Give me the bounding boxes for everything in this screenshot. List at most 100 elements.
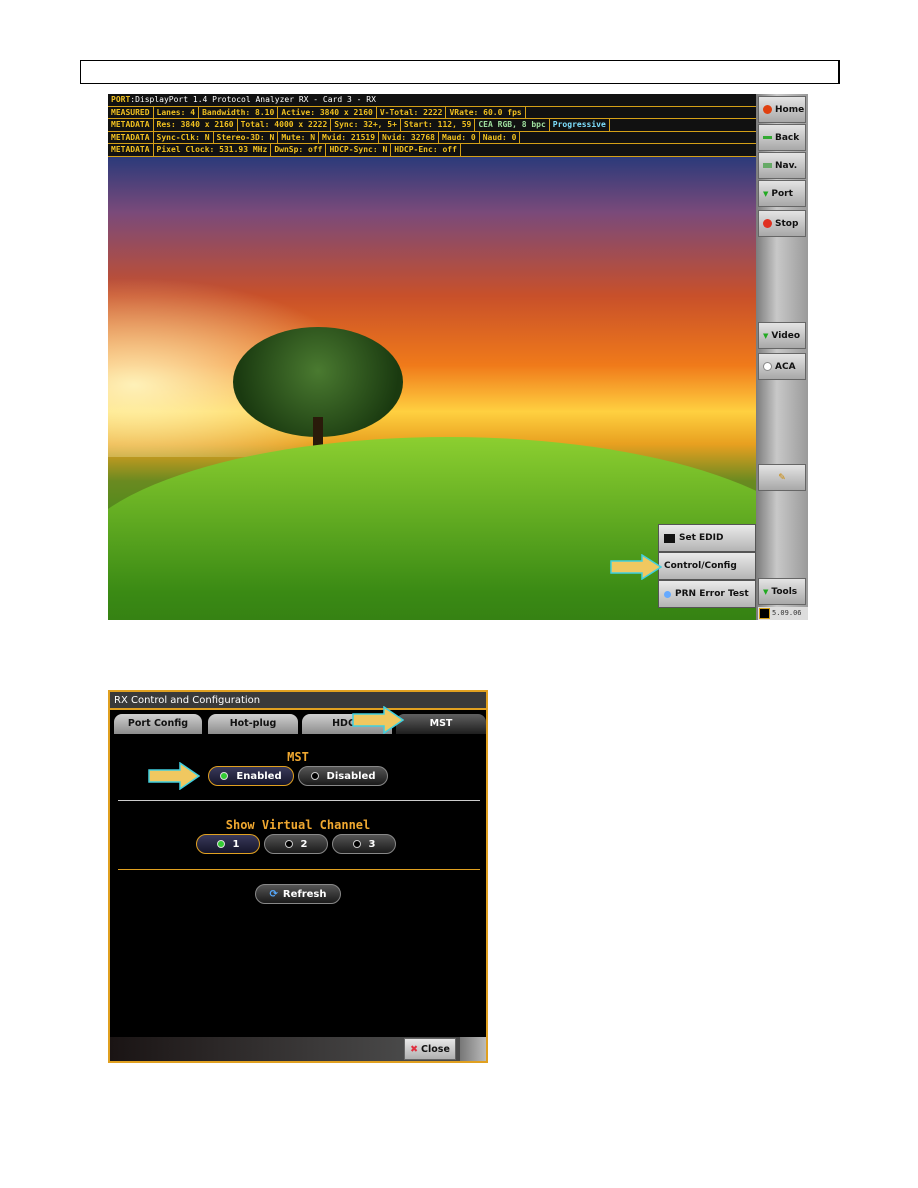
metadata-row: METADATA Res: 3840 x 2160 Total: 4000 x …: [108, 119, 756, 132]
nav-label: Nav.: [775, 160, 798, 171]
tools-label: Tools: [771, 586, 798, 597]
nav-button[interactable]: Nav.: [758, 152, 806, 179]
menu-item-set-edid[interactable]: Set EDID: [658, 524, 756, 552]
tab-bar: Port Config Hot-plug HDCP MST: [112, 714, 486, 734]
vrate: VRate: 60.0 fps: [446, 106, 526, 118]
row-label: METADATA: [108, 144, 154, 156]
tab-hot-plug[interactable]: Hot-plug: [208, 714, 298, 734]
version-label: 5.09.06: [772, 609, 802, 617]
radio-icon: [310, 772, 319, 780]
back-button[interactable]: Back: [758, 124, 806, 151]
res: Res: 3840 x 2160: [154, 119, 238, 131]
hdcp-enc: HDCP-Enc: off: [391, 144, 461, 156]
aca-button[interactable]: ACA: [758, 353, 806, 380]
aca-label: ACA: [775, 361, 796, 372]
nav-icon: [763, 163, 772, 168]
row-label: METADATA: [108, 131, 154, 143]
analyzer-screenshot: PORT:DisplayPort 1.4 Protocol Analyzer R…: [108, 94, 808, 620]
back-arrow-icon: [763, 136, 772, 139]
menu-item-control-config[interactable]: Control/Config: [658, 552, 756, 580]
total: Total: 4000 x 2222: [238, 119, 332, 131]
refresh-label: Refresh: [282, 888, 327, 900]
tab-port-config[interactable]: Port Config: [114, 714, 202, 734]
port-label: PORT: [111, 95, 131, 104]
sync-clk: Sync-Clk: N: [154, 131, 214, 143]
virtual-channel-heading: Show Virtual Channel: [225, 818, 371, 832]
nvid: Nvid: 32768: [379, 131, 439, 143]
port-button[interactable]: ▼ Port: [758, 180, 806, 207]
status-metadata: PORT:DisplayPort 1.4 Protocol Analyzer R…: [108, 94, 756, 251]
bandwidth: Bandwidth: 8.10: [199, 106, 279, 118]
metadata-row: METADATA Pixel Clock: 531.93 MHz DwnSp: …: [108, 144, 756, 157]
refresh-button[interactable]: ⟳ Refresh: [255, 884, 341, 904]
close-icon: ✖: [410, 1043, 419, 1055]
status-icon: [759, 608, 770, 619]
chevron-down-icon: ▼: [763, 331, 769, 340]
radio-icon: [220, 772, 229, 780]
refresh-icon: ⟳: [269, 888, 278, 900]
measured-row: MEASURED Lanes: 4 Bandwidth: 8.10 Active…: [108, 106, 756, 119]
channel-3-radio[interactable]: 3: [332, 834, 396, 854]
edit-button[interactable]: ✎: [758, 464, 806, 491]
stop-button[interactable]: Stop: [758, 210, 806, 237]
row-label: METADATA: [108, 119, 154, 131]
option-label: 2: [300, 838, 308, 850]
video-label: Video: [771, 330, 801, 341]
chevron-down-icon: ▼: [763, 189, 769, 198]
pencil-icon: ✎: [778, 472, 786, 483]
port-value: :DisplayPort 1.4 Protocol Analyzer RX - …: [130, 95, 376, 104]
lanes: Lanes: 4: [154, 106, 200, 118]
mst-enabled-radio[interactable]: Enabled: [208, 766, 294, 786]
aca-icon: [763, 362, 772, 371]
footer-grip: [460, 1037, 486, 1061]
v-total: V-Total: 2222: [377, 106, 447, 118]
mvid: Mvid: 21519: [319, 131, 380, 143]
pixel-clock: Pixel Clock: 531.93 MHz: [154, 144, 272, 156]
callout-arrow-icon: [148, 762, 200, 790]
tab-mst[interactable]: MST: [396, 714, 486, 734]
option-label: 1: [232, 838, 240, 850]
dialog-footer: ✖ Close: [110, 1037, 486, 1061]
prn-icon: [664, 590, 671, 598]
edid-icon: [664, 533, 675, 543]
menu-label: PRN Error Test: [675, 589, 749, 599]
page-header-rule: [80, 60, 840, 84]
dialog-title: RX Control and Configuration: [110, 692, 486, 710]
callout-arrow-icon: [352, 706, 404, 734]
port-row: PORT:DisplayPort 1.4 Protocol Analyzer R…: [108, 94, 756, 107]
dwnsp: DwnSp: off: [271, 144, 327, 156]
metadata-row: METADATA Sync-Clk: N Stereo-3D: N Mute: …: [108, 131, 756, 144]
home-button[interactable]: Home: [758, 96, 806, 123]
close-button[interactable]: ✖ Close: [404, 1038, 456, 1060]
menu-label: Set EDID: [679, 533, 724, 543]
menu-label: Control/Config: [664, 561, 737, 571]
option-label: Disabled: [326, 770, 376, 782]
tools-button[interactable]: ▼ Tools: [758, 578, 806, 605]
row-label: MEASURED: [108, 106, 154, 118]
sync: Sync: 32+, 5+: [331, 119, 401, 131]
radio-icon: [284, 840, 293, 848]
scan-type: Progressive: [550, 119, 610, 131]
radio-icon: [216, 840, 225, 848]
menu-item-prn-error-test[interactable]: PRN Error Test: [658, 580, 756, 608]
divider: [118, 800, 480, 801]
video-button[interactable]: ▼ Video: [758, 322, 806, 349]
mst-disabled-radio[interactable]: Disabled: [298, 766, 388, 786]
active: Active: 3840 x 2160: [278, 106, 377, 118]
color-format: CEA RGB, 8 bpc: [475, 119, 550, 131]
home-icon: [763, 105, 772, 114]
back-label: Back: [775, 132, 800, 143]
mute: Mute: N: [278, 131, 320, 143]
channel-1-radio[interactable]: 1: [196, 834, 260, 854]
option-label: Enabled: [236, 770, 282, 782]
radio-icon: [352, 840, 361, 848]
rx-control-dialog: RX Control and Configuration Port Config…: [108, 690, 488, 1063]
sidebar: Home Back Nav. ▼ Port Stop ▼ Video ACA ✎ ▼…: [756, 94, 808, 620]
divider: [118, 869, 480, 870]
close-label: Close: [421, 1043, 450, 1055]
naud: Naud: 0: [480, 131, 521, 143]
home-label: Home: [775, 104, 805, 115]
maud: Maud: 0: [439, 131, 480, 143]
port-label: Port: [771, 188, 793, 199]
channel-2-radio[interactable]: 2: [264, 834, 328, 854]
